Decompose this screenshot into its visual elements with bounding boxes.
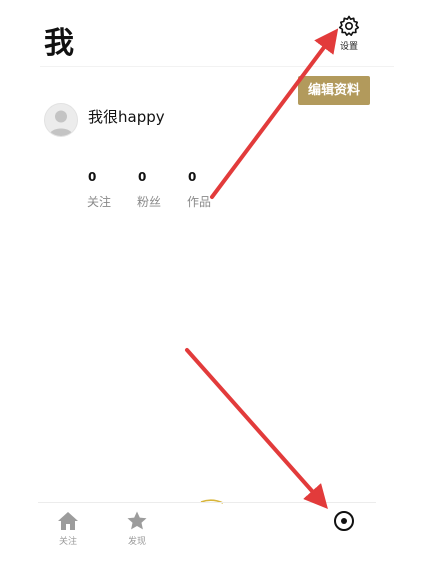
header-divider [40, 66, 394, 67]
tab-follow[interactable]: 关注 [48, 510, 88, 547]
star-icon [127, 511, 147, 530]
stat-followers-label: 粉丝 [137, 195, 162, 209]
avatar[interactable] [44, 103, 78, 137]
username: 我很happy [88, 108, 165, 126]
stat-following[interactable]: 0 关注 [87, 170, 111, 210]
arrow-to-me-tab [185, 348, 328, 509]
stat-followers-count: 0 [138, 170, 147, 184]
stat-followers[interactable]: 0 粉丝 [137, 170, 161, 210]
default-avatar-icon [45, 104, 77, 136]
tab-follow-label: 关注 [58, 537, 77, 547]
stat-following-label: 关注 [87, 195, 112, 209]
stat-works-label: 作品 [187, 195, 212, 209]
gear-icon [338, 15, 360, 36]
edit-profile-button[interactable]: 编辑资料 [298, 76, 370, 105]
me-icon [334, 511, 354, 531]
tab-discover[interactable]: 发现 [117, 510, 157, 547]
home-icon [58, 512, 78, 530]
settings-label: 设置 [339, 42, 358, 52]
stat-following-count: 0 [88, 170, 97, 184]
tab-discover-label: 发现 [127, 537, 146, 547]
stat-works-count: 0 [188, 170, 197, 184]
page-title: 我 [44, 26, 75, 61]
settings-button[interactable]: 设置 [334, 14, 364, 52]
tabbar-divider [38, 502, 376, 503]
stat-works[interactable]: 0 作品 [187, 170, 211, 210]
tab-me[interactable] [324, 510, 364, 534]
arrow-to-settings [210, 28, 339, 199]
